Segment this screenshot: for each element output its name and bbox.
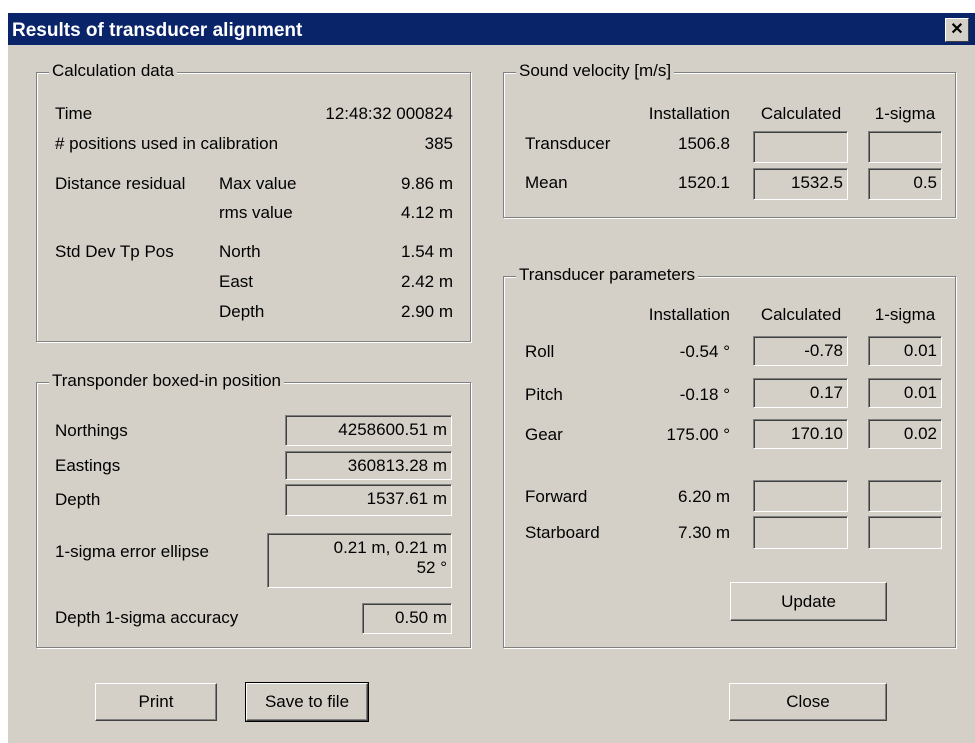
forward-calc [753, 480, 848, 512]
roll-sigma: 0.01 [868, 336, 942, 366]
sound-mean-calc: 1532.5 [753, 168, 848, 200]
close-icon[interactable]: ✕ [945, 18, 969, 42]
starboard-install: 7.30 m [678, 523, 730, 542]
forward-sigma [868, 480, 942, 512]
boxed-depth-label: Depth [55, 490, 101, 509]
depth-accuracy-field: 0.50 m [362, 603, 452, 634]
rms-value-label: rms value [219, 203, 293, 222]
gear-label: Gear [525, 425, 563, 444]
northings-label: Northings [55, 421, 128, 440]
sound-mean-sigma: 0.5 [868, 168, 942, 200]
max-value-label: Max value [219, 174, 297, 193]
window-title: Results of transducer alignment [12, 20, 303, 41]
gear-install: 175.00 ° [666, 425, 730, 444]
sound-velocity-title: Sound velocity [m/s] [516, 61, 675, 81]
params-col-installation: Installation [648, 305, 730, 324]
east-label: East [219, 272, 254, 291]
params-col-sigma: 1-sigma [874, 305, 936, 324]
print-button[interactable]: Print [95, 683, 217, 721]
sound-col-calculated: Calculated [760, 104, 842, 123]
boxed-in-position-title: Transponder boxed-in position [49, 371, 285, 391]
sound-mean-label: Mean [525, 173, 568, 192]
east-value: 2.42 m [401, 272, 453, 291]
positions-label: # positions used in calibration [55, 134, 279, 153]
gear-calc: 170.10 [753, 419, 848, 449]
depth-value: 2.90 m [401, 302, 453, 321]
northings-field: 4258600.51 m [285, 415, 452, 446]
error-ellipse-label: 1-sigma error ellipse [55, 542, 209, 561]
depth-label: Depth [219, 302, 265, 321]
transducer-parameters-title: Transducer parameters [516, 265, 699, 285]
starboard-label: Starboard [525, 523, 600, 542]
sound-col-sigma: 1-sigma [874, 104, 936, 123]
roll-calc: -0.78 [753, 336, 848, 366]
starboard-sigma [868, 516, 942, 549]
positions-value: 385 [424, 134, 453, 153]
sound-transducer-sigma [868, 131, 942, 163]
error-ellipse-field: 0.21 m, 0.21 m 52 ° [267, 533, 452, 588]
starboard-calc [753, 516, 848, 549]
std-dev-label: Std Dev Tp Pos [55, 242, 174, 261]
forward-label: Forward [525, 487, 588, 506]
sound-transducer-label: Transducer [525, 134, 611, 153]
roll-label: Roll [525, 342, 555, 361]
north-value: 1.54 m [401, 242, 453, 261]
pitch-install: -0.18 ° [679, 385, 730, 404]
gear-sigma: 0.02 [868, 419, 942, 449]
params-col-calculated: Calculated [760, 305, 842, 324]
update-button[interactable]: Update [730, 582, 887, 621]
save-to-file-button[interactable]: Save to file [245, 682, 369, 722]
depth-accuracy-label: Depth 1-sigma accuracy [55, 608, 239, 627]
eastings-field: 360813.28 m [285, 451, 452, 480]
error-ellipse-line1: 0.21 m, 0.21 m [333, 538, 447, 557]
roll-install: -0.54 ° [679, 342, 730, 361]
sound-mean-install: 1520.1 [678, 173, 730, 192]
boxed-depth-field: 1537.61 m [285, 484, 452, 516]
sound-transducer-calc [753, 131, 848, 163]
pitch-calc: 0.17 [753, 378, 848, 408]
pitch-sigma: 0.01 [868, 378, 942, 408]
eastings-label: Eastings [55, 456, 121, 475]
sound-transducer-install: 1506.8 [678, 134, 730, 153]
max-value: 9.86 m [401, 174, 453, 193]
forward-install: 6.20 m [678, 487, 730, 506]
time-value: 12:48:32 000824 [325, 104, 453, 123]
pitch-label: Pitch [525, 385, 563, 404]
sound-col-installation: Installation [648, 104, 730, 123]
rms-value: 4.12 m [401, 203, 453, 222]
time-label: Time [55, 104, 93, 123]
calculation-data-title: Calculation data [49, 61, 177, 81]
distance-residual-label: Distance residual [55, 174, 186, 193]
error-ellipse-line2: 52 ° [416, 558, 447, 577]
close-button[interactable]: Close [729, 683, 887, 721]
north-label: North [219, 242, 261, 261]
